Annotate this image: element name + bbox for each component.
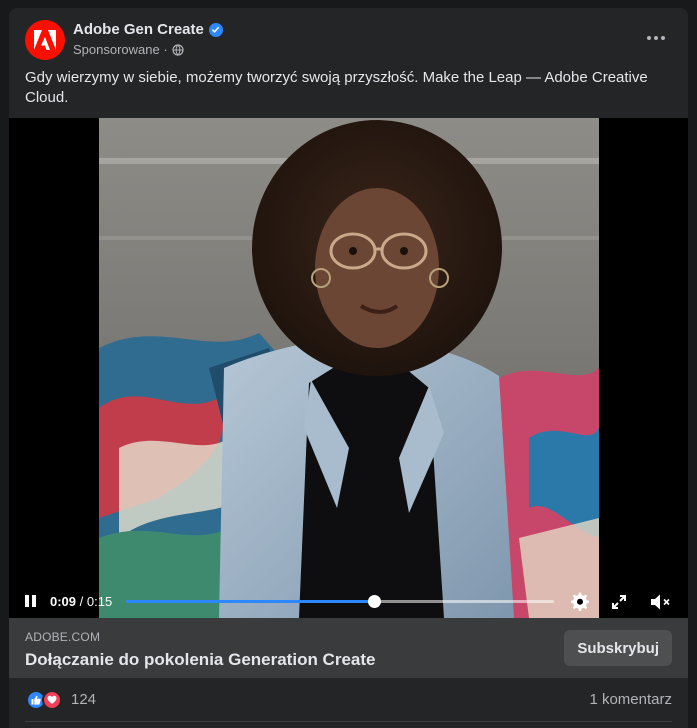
post-header: Adobe Gen Create Sponsorowane ·	[9, 8, 688, 68]
video-frame[interactable]	[99, 118, 599, 618]
progress-fill	[126, 600, 375, 603]
pause-icon[interactable]	[25, 595, 37, 607]
video-player[interactable]: 0:09 / 0:15	[9, 118, 688, 618]
duration: 0:15	[86, 594, 113, 609]
comment-count-link[interactable]: 1 komentarz	[589, 691, 672, 708]
post-caption: Gdy wierzymy w siebie, możemy tworzyć sw…	[25, 69, 648, 106]
globe-icon	[172, 43, 184, 56]
more-dot	[647, 36, 651, 40]
post-meta: Sponsorowane ·	[73, 42, 184, 57]
love-icon	[42, 690, 62, 710]
adobe-logo-avatar[interactable]	[25, 20, 65, 60]
gear-icon[interactable]	[569, 591, 591, 613]
muted-speaker-icon[interactable]	[649, 591, 671, 613]
video-progress-bar[interactable]	[126, 595, 554, 608]
link-preview-bar[interactable]: ADOBE.COM Dołączanie do pokolenia Genera…	[9, 618, 688, 678]
reaction-icons[interactable]	[26, 690, 66, 710]
sponsored-label[interactable]: Sponsorowane ·	[73, 42, 168, 57]
fullscreen-icon[interactable]	[608, 591, 630, 613]
link-domain: ADOBE.COM	[25, 630, 101, 644]
author-name-text[interactable]: Adobe Gen Create	[73, 21, 204, 38]
video-time: 0:09 / 0:15	[50, 594, 112, 609]
adobe-logo-icon	[34, 30, 56, 50]
more-dot	[661, 36, 665, 40]
current-time: 0:09	[50, 594, 77, 609]
more-dot	[654, 36, 658, 40]
divider	[25, 721, 672, 722]
reactions-bar: 124 1 komentarz	[9, 678, 688, 722]
more-options-button[interactable]	[638, 26, 674, 50]
video-still-image	[99, 118, 599, 618]
subscribe-button[interactable]: Subskrybuj	[564, 630, 672, 666]
author-name[interactable]: Adobe Gen Create	[73, 21, 223, 38]
reaction-count[interactable]: 124	[71, 691, 96, 708]
time-separator: /	[76, 594, 87, 609]
progress-scrubber-handle[interactable]	[368, 595, 382, 608]
link-title[interactable]: Dołączanie do pokolenia Generation Creat…	[25, 650, 375, 670]
video-controls: 0:09 / 0:15	[9, 584, 688, 618]
verified-badge-icon	[208, 22, 223, 37]
sponsored-post: Adobe Gen Create Sponsorowane · Gdy wier…	[9, 8, 688, 728]
